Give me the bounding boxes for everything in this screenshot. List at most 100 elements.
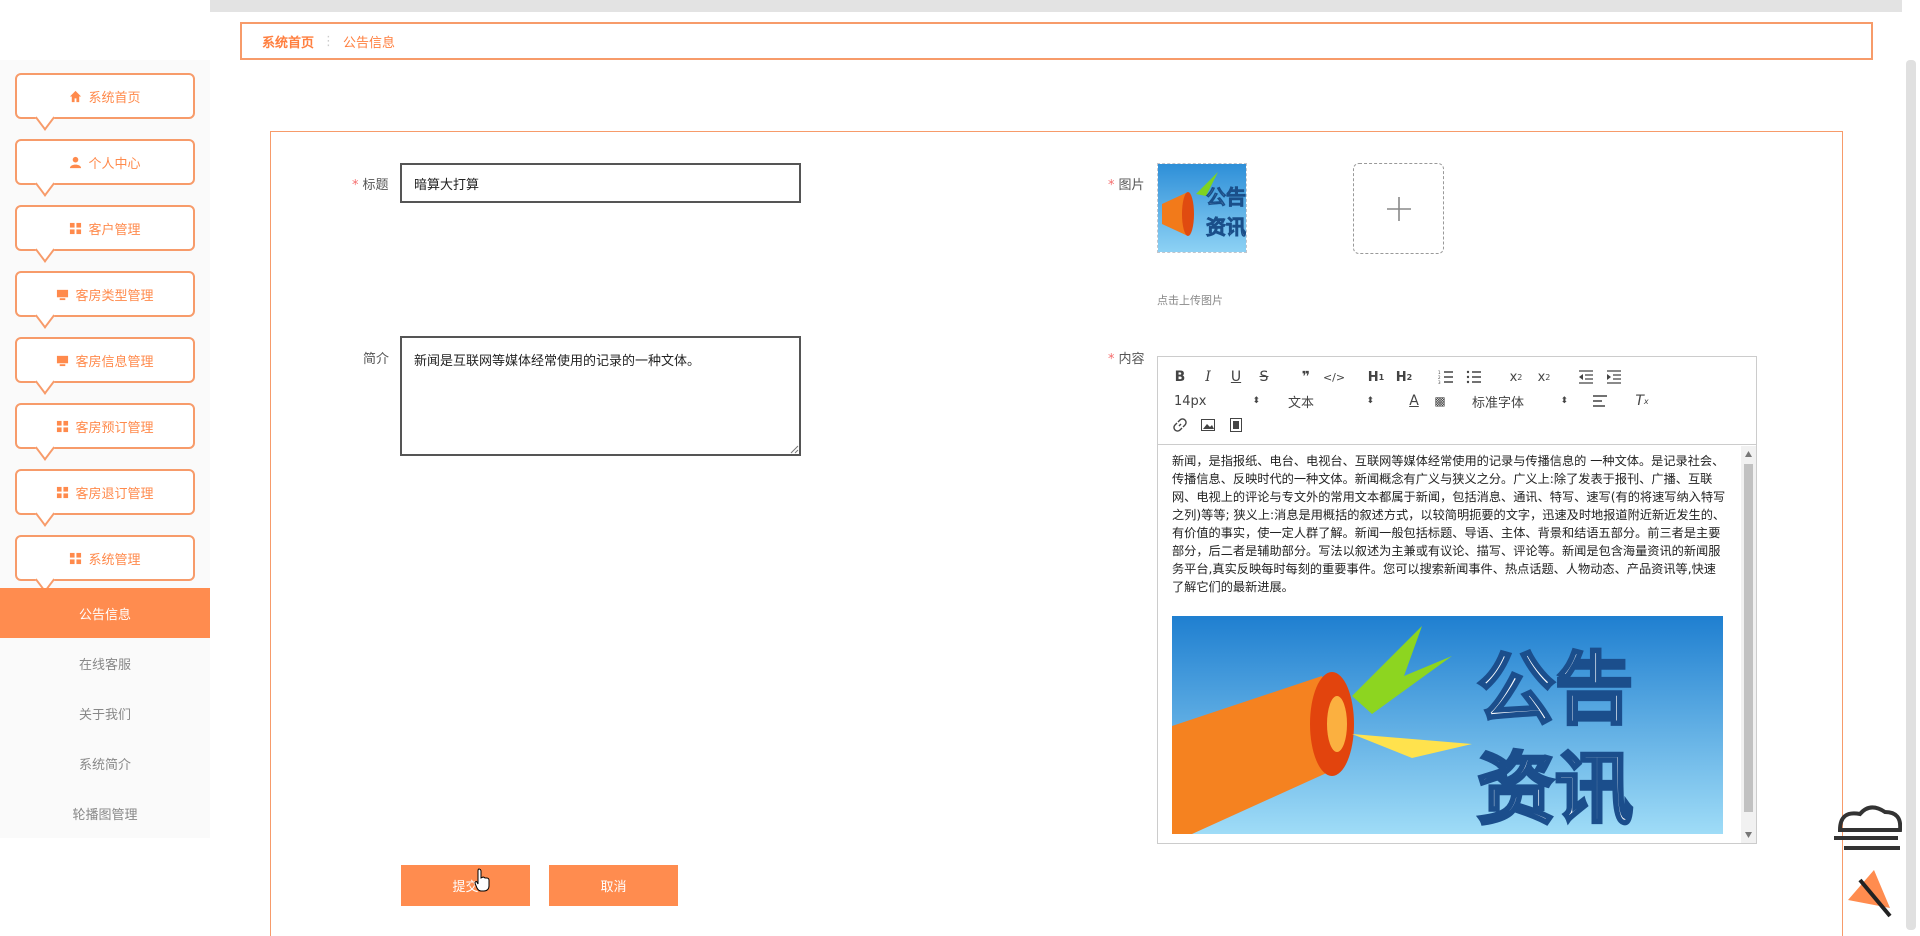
intro-textarea[interactable]: 新闻是互联网等媒体经常使用的记录的一种文体。	[400, 336, 801, 456]
menu-label: 客户管理	[88, 222, 141, 238]
menu-label: 客房退订管理	[75, 486, 154, 502]
thumb-text-line2: 资讯	[1206, 215, 1246, 239]
sidebar-item-carousel[interactable]: 轮播图管理	[0, 788, 210, 838]
content-label: * 内容	[1108, 352, 1145, 367]
menu-label: 系统首页	[88, 90, 141, 106]
menu-home[interactable]: 系统首页	[15, 73, 195, 119]
notice-image: 公告 资讯	[1158, 164, 1246, 252]
font-family-select[interactable]: 标准字体 ⬍	[1472, 391, 1568, 411]
sidebar-item-notice[interactable]: 公告信息	[0, 588, 210, 638]
strikethrough-icon[interactable]: S	[1254, 367, 1274, 387]
resize-grip-icon[interactable]	[789, 444, 799, 454]
editor-toolbar: B I U S ❞ </> H1 H2 123 x2 x2 14px ⬍ 文本 ⬍ …	[1158, 357, 1756, 445]
hand-cursor-icon	[474, 868, 490, 892]
svg-text:3: 3	[1438, 380, 1441, 384]
monitor-icon	[57, 355, 69, 366]
font-size-value: 14px	[1174, 393, 1207, 409]
font-size-select[interactable]: 14px ⬍	[1174, 391, 1260, 411]
block-type-value: 文本	[1288, 395, 1315, 411]
font-color-icon[interactable]: A	[1404, 391, 1424, 411]
sidebar-header	[0, 0, 210, 60]
plus-icon	[1386, 196, 1411, 221]
menu-label: 客房类型管理	[75, 288, 154, 304]
select-arrows-icon: ⬍	[1366, 396, 1374, 406]
cancel-button[interactable]: 取消	[549, 865, 678, 906]
image-label: * 图片	[1108, 178, 1145, 193]
block-type-select[interactable]: 文本 ⬍	[1288, 391, 1374, 411]
scroll-up-icon[interactable]	[1744, 450, 1753, 458]
image-icon[interactable]	[1198, 415, 1218, 435]
scrollbar-thumb[interactable]	[1744, 464, 1753, 812]
select-arrows-icon: ⬍	[1560, 396, 1568, 406]
ordered-list-icon[interactable]: 123	[1436, 367, 1456, 387]
rich-text-editor: B I U S ❞ </> H1 H2 123 x2 x2 14px ⬍ 文本 ⬍ …	[1157, 356, 1757, 844]
upload-image-button[interactable]	[1353, 163, 1444, 254]
sidebar-item-system-intro[interactable]: 系统简介	[0, 738, 210, 788]
subscript-icon[interactable]: x2	[1506, 367, 1526, 387]
editor-content[interactable]: 新闻，是指报纸、电台、电视台、互联网等媒体经常使用的记录与传播信息的 一种文体。…	[1158, 446, 1740, 843]
select-arrows-icon: ⬍	[1252, 396, 1260, 406]
background-color-icon[interactable]: ▩	[1430, 391, 1450, 411]
underline-icon[interactable]: U	[1226, 367, 1246, 387]
thumb-text-line1: 公告	[1206, 185, 1246, 209]
breadcrumb-current: 公告信息	[343, 35, 396, 51]
editor-content-image: 公告 资讯	[1172, 616, 1723, 834]
menu-room-type[interactable]: 客房类型管理	[15, 271, 195, 317]
scroll-down-icon[interactable]	[1744, 831, 1753, 839]
grid-icon	[70, 552, 82, 564]
user-icon	[70, 156, 82, 168]
sidebar-item-online-service[interactable]: 在线客服	[0, 638, 210, 688]
clear-format-icon[interactable]: Tx	[1632, 391, 1652, 411]
sidebar-item-about-us[interactable]: 关于我们	[0, 688, 210, 738]
menu-room-info[interactable]: 客房信息管理	[15, 337, 195, 383]
sub-item-label: 关于我们	[78, 707, 131, 723]
banner-text-line1: 公告	[1477, 644, 1633, 735]
menu-customer[interactable]: 客户管理	[15, 205, 195, 251]
bullet-list-icon[interactable]	[1464, 367, 1484, 387]
menu-room-cancel[interactable]: 客房退订管理	[15, 469, 195, 515]
video-icon[interactable]	[1226, 415, 1246, 435]
grid-icon	[57, 486, 69, 498]
indent-icon[interactable]	[1604, 367, 1624, 387]
link-icon[interactable]	[1170, 415, 1190, 435]
home-icon	[70, 90, 82, 102]
editor-scrollbar[interactable]	[1741, 446, 1756, 843]
page-scrollbar-thumb[interactable]	[1906, 60, 1916, 930]
superscript-icon[interactable]: x2	[1534, 367, 1554, 387]
breadcrumb: 系统首页 ⋮ 公告信息	[240, 22, 1873, 60]
submit-button[interactable]: 提交	[401, 865, 530, 906]
header2-icon[interactable]: H2	[1394, 367, 1414, 387]
align-icon[interactable]	[1590, 391, 1610, 411]
header1-icon[interactable]: H1	[1366, 367, 1386, 387]
bold-icon[interactable]: B	[1170, 367, 1190, 387]
title-input[interactable]	[400, 163, 801, 203]
sub-item-label: 系统简介	[78, 757, 131, 773]
monitor-icon	[57, 289, 69, 300]
upload-hint: 点击上传图片	[1157, 294, 1223, 307]
font-family-value: 标准字体	[1472, 395, 1525, 411]
grid-icon	[70, 222, 82, 234]
menu-system[interactable]: 系统管理	[15, 535, 195, 581]
grid-icon	[57, 420, 69, 432]
intro-label: 简介	[363, 352, 390, 367]
italic-icon[interactable]: I	[1198, 367, 1218, 387]
menu-personal-center[interactable]: 个人中心	[15, 139, 195, 185]
notice-banner-image: 公告 资讯	[1172, 616, 1723, 834]
code-block-icon[interactable]: </>	[1323, 367, 1345, 387]
menu-room-booking[interactable]: 客房预订管理	[15, 403, 195, 449]
decorative-cloud-icon	[1834, 805, 1902, 918]
menu-label: 客房预订管理	[75, 420, 154, 436]
sub-item-label: 公告信息	[78, 607, 131, 623]
page-scrollbar[interactable]	[1902, 0, 1920, 936]
title-label: * 标题	[352, 178, 389, 193]
editor-content-text: 新闻，是指报纸、电台、电视台、互联网等媒体经常使用的记录与传播信息的 一种文体。…	[1172, 454, 1726, 594]
top-bar	[210, 0, 1902, 12]
sub-item-label: 轮播图管理	[72, 807, 138, 823]
uploaded-image-thumbnail[interactable]: 公告 资讯	[1157, 163, 1247, 253]
menu-label: 系统管理	[88, 552, 141, 568]
blockquote-icon[interactable]: ❞	[1296, 367, 1316, 387]
breadcrumb-home[interactable]: 系统首页	[262, 32, 314, 51]
breadcrumb-separator-icon: ⋮	[322, 33, 336, 49]
outdent-icon[interactable]	[1576, 367, 1596, 387]
banner-text-line2: 资讯	[1477, 744, 1633, 834]
